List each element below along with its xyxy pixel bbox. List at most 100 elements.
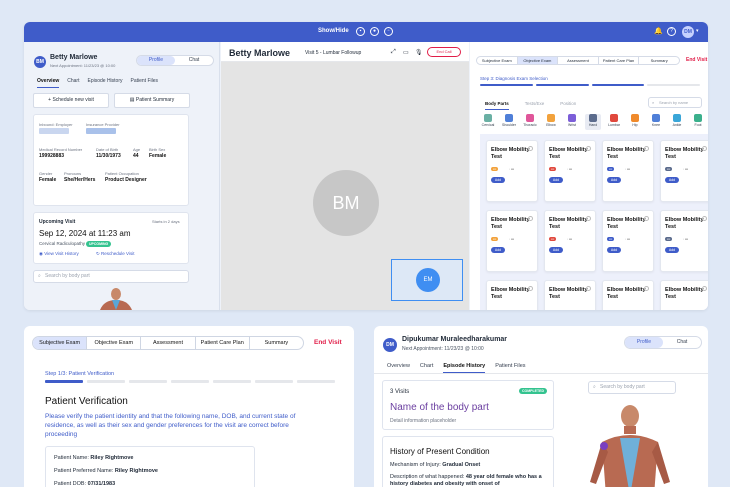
help-icon[interactable]: ? — [667, 27, 676, 36]
body-part-thoracic[interactable]: Thoracic — [522, 114, 538, 130]
tab-care-plan[interactable]: Patient Care Plan — [196, 337, 250, 349]
exam-card[interactable]: Elbow Mobility Test ▪▪▪ ◦ ▪▪▪ Add — [660, 140, 708, 202]
exam-card[interactable]: Elbow Mobility Test ▪▪▪ ◦ ▪▪▪ Add — [486, 140, 538, 202]
tab-objective-exam[interactable]: Objective Exam — [87, 337, 142, 349]
select-checkbox[interactable] — [586, 286, 591, 291]
select-checkbox[interactable] — [586, 216, 591, 221]
exam-card[interactable]: Elbow Mobility Test ▪▪▪ ◦ ▪▪▪ Add — [544, 140, 596, 202]
add-button[interactable]: Add — [549, 177, 563, 183]
exam-card-title: Elbow Mobility Test — [549, 217, 588, 230]
exam-card[interactable]: Elbow Mobility Test ▪▪▪ ◦ ▪▪▪ Add — [602, 140, 654, 202]
body-part-ankle[interactable]: Ankle — [669, 114, 685, 130]
user-avatar[interactable]: DM — [682, 26, 694, 38]
body-part-search[interactable]: ⌕ Search by body part — [33, 270, 189, 283]
camera-icon[interactable]: ▪ — [356, 27, 365, 36]
tab-position[interactable]: Position — [560, 101, 576, 110]
end-visit-button[interactable]: End Visit — [686, 57, 707, 63]
add-button[interactable]: Add — [607, 247, 621, 253]
body-model-image[interactable] — [94, 288, 138, 310]
select-checkbox[interactable] — [644, 216, 649, 221]
mic-icon[interactable]: 🎙 — [415, 49, 423, 56]
select-checkbox[interactable] — [644, 286, 649, 291]
tab-assessment[interactable]: Assessment — [558, 57, 599, 64]
end-call-button[interactable]: End Call — [427, 47, 461, 57]
profile-toggle[interactable]: Profile — [625, 337, 663, 348]
exam-card[interactable]: Elbow Mobility Test ▪▪▪ ◦ ▪▪▪ Add — [660, 210, 708, 272]
body-part-cervical[interactable]: Cervical — [480, 114, 496, 130]
body-part-wrist[interactable]: Wrist — [564, 114, 580, 130]
screen-share-icon[interactable]: ▫ — [384, 27, 393, 36]
step-label: Step 1/3: Patient Verification — [45, 371, 115, 377]
body-part-search[interactable]: ⌕ Search by body part — [588, 381, 676, 394]
patient-summary-button[interactable]: ▤ Patient Summary — [114, 93, 190, 108]
tab-episode-history[interactable]: Episode History — [87, 78, 122, 88]
tab-assessment[interactable]: Assessment — [141, 337, 196, 349]
select-checkbox[interactable] — [702, 216, 707, 221]
tab-subjective-exam[interactable]: Subjective Exam — [477, 57, 518, 64]
select-checkbox[interactable] — [702, 286, 707, 291]
select-checkbox[interactable] — [702, 146, 707, 151]
tab-objective-exam[interactable]: Objective Exam — [517, 57, 559, 64]
body-part-lumbar[interactable]: Lumbar — [606, 114, 622, 130]
add-button[interactable]: Add — [665, 177, 679, 183]
tab-care-plan[interactable]: Patient Care Plan — [599, 57, 640, 64]
body-part-elbow[interactable]: Elbow — [543, 114, 559, 130]
select-checkbox[interactable] — [528, 216, 533, 221]
exam-card[interactable]: Elbow Mobility Test — [544, 280, 596, 310]
show-hide-toggle[interactable]: Show/Hide — [318, 28, 349, 34]
reschedule-link[interactable]: ↻ Reschedule Visit — [96, 251, 134, 257]
chevron-down-icon[interactable]: ▾ — [696, 28, 699, 34]
body-model-image[interactable] — [582, 402, 680, 487]
exam-card[interactable]: Elbow Mobility Test — [660, 280, 708, 310]
tab-patient-files[interactable]: Patient Files — [495, 363, 525, 373]
mic-icon[interactable]: ● — [370, 27, 379, 36]
add-button[interactable]: Add — [549, 247, 563, 253]
exam-card[interactable]: Elbow Mobility Test ▪▪▪ ◦ ▪▪▪ Add — [544, 210, 596, 272]
profile-toggle[interactable]: Profile — [137, 56, 175, 65]
schedule-visit-button[interactable]: + Schedule new visit — [33, 93, 109, 108]
tab-episode-history[interactable]: Episode History — [443, 363, 486, 373]
chat-toggle[interactable]: Chat — [175, 56, 213, 65]
pronouns-value: She/Her/Hers — [64, 177, 96, 183]
body-part-shoulder[interactable]: Shoulder — [501, 114, 517, 130]
tab-summary[interactable]: Summary — [639, 57, 679, 64]
tab-tests[interactable]: Tests/Exe — [525, 101, 545, 110]
select-checkbox[interactable] — [528, 286, 533, 291]
body-part-hip[interactable]: Hip — [627, 114, 643, 130]
add-button[interactable]: Add — [665, 247, 679, 253]
add-button[interactable]: Add — [491, 177, 505, 183]
body-parts-row: Cervical Shoulder Thoracic Elbow Wrist Hand Lu… — [480, 114, 706, 130]
tab-chart[interactable]: Chart — [420, 363, 433, 373]
tab-overview[interactable]: Overview — [37, 78, 60, 88]
end-visit-button[interactable]: End Visit — [314, 339, 342, 346]
exam-card[interactable]: Elbow Mobility Test — [486, 280, 538, 310]
exam-card-title: Elbow Mobility Test — [549, 147, 588, 160]
expand-icon[interactable]: ⤢ — [391, 49, 396, 56]
bell-icon[interactable]: 🔔 — [654, 27, 663, 35]
exam-card[interactable]: Elbow Mobility Test ▪▪▪ ◦ ▪▪▪ Add — [602, 210, 654, 272]
select-checkbox[interactable] — [644, 146, 649, 151]
select-checkbox[interactable] — [528, 146, 533, 151]
self-view-tile[interactable]: EM — [391, 259, 463, 301]
select-checkbox[interactable] — [586, 146, 591, 151]
body-part-hand[interactable]: Hand — [585, 114, 601, 130]
tab-chart[interactable]: Chart — [67, 78, 79, 88]
mrn-label: Medical Record Number — [39, 147, 83, 152]
tab-overview[interactable]: Overview — [387, 363, 410, 373]
chat-toggle[interactable]: Chat — [663, 337, 701, 348]
tab-subjective-exam[interactable]: Subjective Exam — [33, 337, 88, 349]
tab-body-parts[interactable]: Body Parts — [485, 101, 509, 110]
completed-badge: COMPLETED — [519, 388, 547, 394]
view-history-link[interactable]: ◉ View Visit History — [39, 251, 79, 257]
episode-card[interactable]: 3 Visits COMPLETED Name of the body part… — [382, 380, 554, 430]
tab-summary[interactable]: Summary — [250, 337, 303, 349]
tab-patient-files[interactable]: Patient Files — [131, 78, 159, 88]
add-button[interactable]: Add — [607, 177, 621, 183]
body-part-knee[interactable]: Knee — [648, 114, 664, 130]
exam-card[interactable]: Elbow Mobility Test ▪▪▪ ◦ ▪▪▪ Add — [486, 210, 538, 272]
body-part-foot[interactable]: Foot — [690, 114, 706, 130]
name-search[interactable]: ⌕ Search by name — [648, 97, 702, 108]
exam-card[interactable]: Elbow Mobility Test — [602, 280, 654, 310]
add-button[interactable]: Add — [491, 247, 505, 253]
video-icon[interactable]: ▭ — [403, 49, 409, 56]
